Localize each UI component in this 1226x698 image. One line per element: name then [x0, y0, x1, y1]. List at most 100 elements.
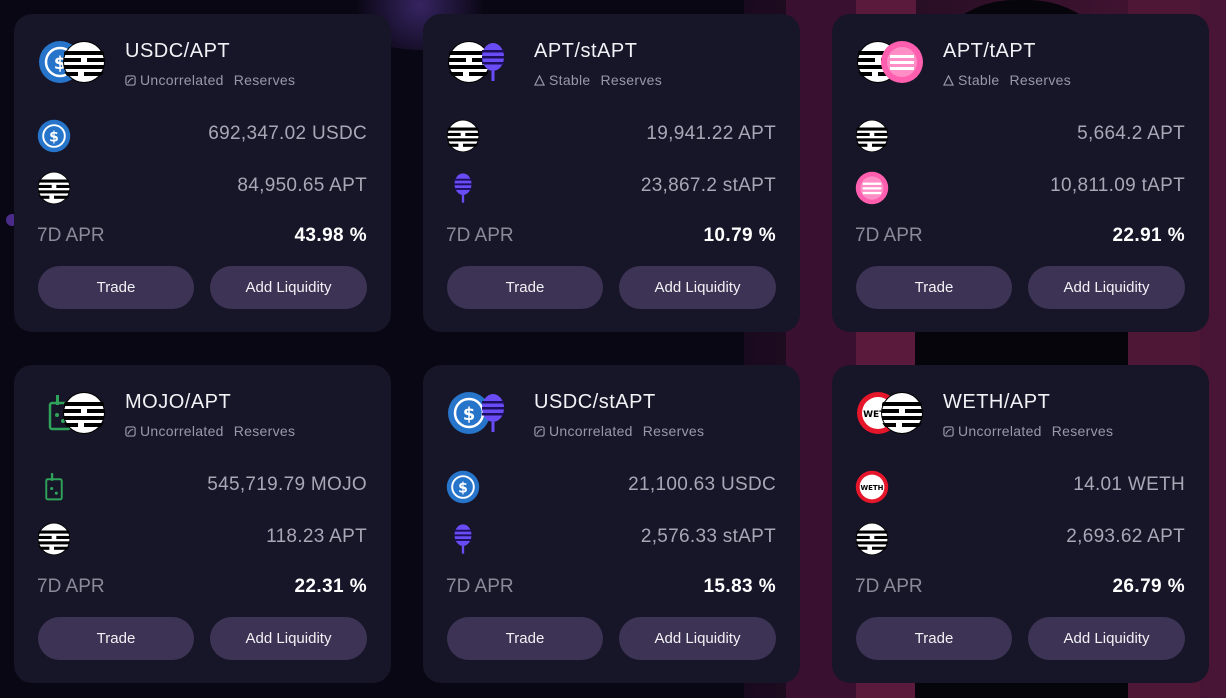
add-liquidity-button[interactable]: Add Liquidity [1028, 266, 1185, 309]
token-amount: 692,347.02 USDC [208, 123, 367, 144]
add-liquidity-button[interactable]: Add Liquidity [210, 617, 367, 660]
reserves-link[interactable]: Reserves [234, 72, 296, 88]
apt-icon [62, 40, 106, 84]
tapt-icon [855, 171, 889, 205]
token-row: 21,100.63 USDC [446, 470, 776, 504]
apr-value: 43.98 % [294, 225, 367, 246]
pair-icons [447, 40, 517, 84]
token-amount: 2,693.62 APT [1066, 526, 1185, 547]
trade-button[interactable]: Trade [447, 617, 603, 660]
token-row: 545,719.79 MOJO [37, 470, 367, 504]
apr-value: 15.83 % [703, 576, 776, 597]
apt-icon [37, 522, 71, 556]
token-amount: 10,811.09 tAPT [1050, 175, 1185, 196]
pool-pair-name: USDC/APT [125, 40, 231, 62]
pool-type: Uncorrelated [140, 72, 224, 88]
uncorrelated-icon [943, 425, 954, 437]
pool-meta: Uncorrelated Reserves [125, 72, 295, 88]
trade-button[interactable]: Trade [856, 617, 1012, 660]
token-row: 23,867.2 stAPT [446, 171, 776, 205]
pool-type: Uncorrelated [549, 423, 633, 439]
pool-pair-name: USDC/stAPT [534, 391, 656, 413]
pair-icons [856, 40, 926, 84]
add-liquidity-button[interactable]: Add Liquidity [619, 617, 776, 660]
token-row: 10,811.09 tAPT [855, 171, 1185, 205]
apr-label: 7D APR [855, 576, 923, 597]
pool-card: APT/tAPT Stable Reserves 5,664.2 APT 10,… [832, 14, 1209, 332]
stapt-icon [446, 522, 480, 556]
reserves-link[interactable]: Reserves [1010, 72, 1072, 88]
trade-button[interactable]: Trade [38, 617, 194, 660]
token-amount: 5,664.2 APT [1077, 123, 1185, 144]
pool-card: MOJO/APT Uncorrelated Reserves 545,719.7… [14, 365, 391, 683]
stapt-icon [471, 391, 515, 435]
token-amount: 545,719.79 MOJO [207, 474, 367, 495]
token-row: 118.23 APT [37, 522, 367, 556]
reserves-link[interactable]: Reserves [1052, 423, 1114, 439]
pair-icons [38, 40, 108, 84]
pool-meta: Uncorrelated Reserves [125, 423, 295, 439]
apt-icon [446, 119, 480, 153]
add-liquidity-button[interactable]: Add Liquidity [1028, 617, 1185, 660]
pair-icons [38, 391, 108, 435]
token-row: 5,664.2 APT [855, 119, 1185, 153]
token-amount: 14.01 WETH [1073, 474, 1185, 495]
trade-button[interactable]: Trade [447, 266, 603, 309]
stapt-icon [471, 40, 515, 84]
apt-icon [62, 391, 106, 435]
mojo-icon [37, 470, 71, 504]
stable-icon [534, 74, 545, 86]
apt-icon [880, 391, 924, 435]
stable-icon [943, 74, 954, 86]
token-amount: 23,867.2 stAPT [640, 175, 776, 196]
apr-value: 22.31 % [294, 576, 367, 597]
token-row: 19,941.22 APT [446, 119, 776, 153]
token-row: 14.01 WETH [855, 470, 1185, 504]
pool-meta: Uncorrelated Reserves [534, 423, 704, 439]
pool-card: APT/stAPT Stable Reserves 19,941.22 APT … [423, 14, 800, 332]
pool-card: USDC/APT Uncorrelated Reserves 692,347.0… [14, 14, 391, 332]
token-row: 2,693.62 APT [855, 522, 1185, 556]
apt-icon [855, 119, 889, 153]
reserves-link[interactable]: Reserves [234, 423, 296, 439]
add-liquidity-button[interactable]: Add Liquidity [619, 266, 776, 309]
add-liquidity-button[interactable]: Add Liquidity [210, 266, 367, 309]
pool-pair-name: APT/tAPT [943, 40, 1036, 62]
token-amount: 21,100.63 USDC [628, 474, 776, 495]
apt-icon [855, 522, 889, 556]
token-row: 2,576.33 stAPT [446, 522, 776, 556]
apr-value: 26.79 % [1112, 576, 1185, 597]
tapt-icon [880, 40, 924, 84]
pair-icons [856, 391, 926, 435]
pool-card: USDC/stAPT Uncorrelated Reserves 21,100.… [423, 365, 800, 683]
weth-icon [855, 470, 889, 504]
apr-label: 7D APR [37, 576, 105, 597]
apr-label: 7D APR [446, 576, 514, 597]
reserves-link[interactable]: Reserves [643, 423, 705, 439]
token-amount: 84,950.65 APT [237, 175, 367, 196]
pool-card: WETH/APT Uncorrelated Reserves 14.01 WET… [832, 365, 1209, 683]
trade-button[interactable]: Trade [856, 266, 1012, 309]
pool-meta: Uncorrelated Reserves [943, 423, 1113, 439]
token-amount: 19,941.22 APT [646, 123, 776, 144]
uncorrelated-icon [125, 425, 136, 437]
uncorrelated-icon [534, 425, 545, 437]
token-amount: 2,576.33 stAPT [640, 526, 776, 547]
pool-meta: Stable Reserves [534, 72, 662, 88]
pool-type: Uncorrelated [140, 423, 224, 439]
apr-label: 7D APR [37, 225, 105, 246]
apt-icon [37, 171, 71, 205]
apr-value: 22.91 % [1112, 225, 1185, 246]
uncorrelated-icon [125, 74, 136, 86]
token-row: 84,950.65 APT [37, 171, 367, 205]
apr-value: 10.79 % [703, 225, 776, 246]
pool-pair-name: APT/stAPT [534, 40, 638, 62]
stapt-icon [446, 171, 480, 205]
pair-icons [447, 391, 517, 435]
pool-pair-name: MOJO/APT [125, 391, 232, 413]
pool-type: Uncorrelated [958, 423, 1042, 439]
pool-type: Stable [549, 72, 591, 88]
reserves-link[interactable]: Reserves [601, 72, 663, 88]
pool-type: Stable [958, 72, 1000, 88]
trade-button[interactable]: Trade [38, 266, 194, 309]
